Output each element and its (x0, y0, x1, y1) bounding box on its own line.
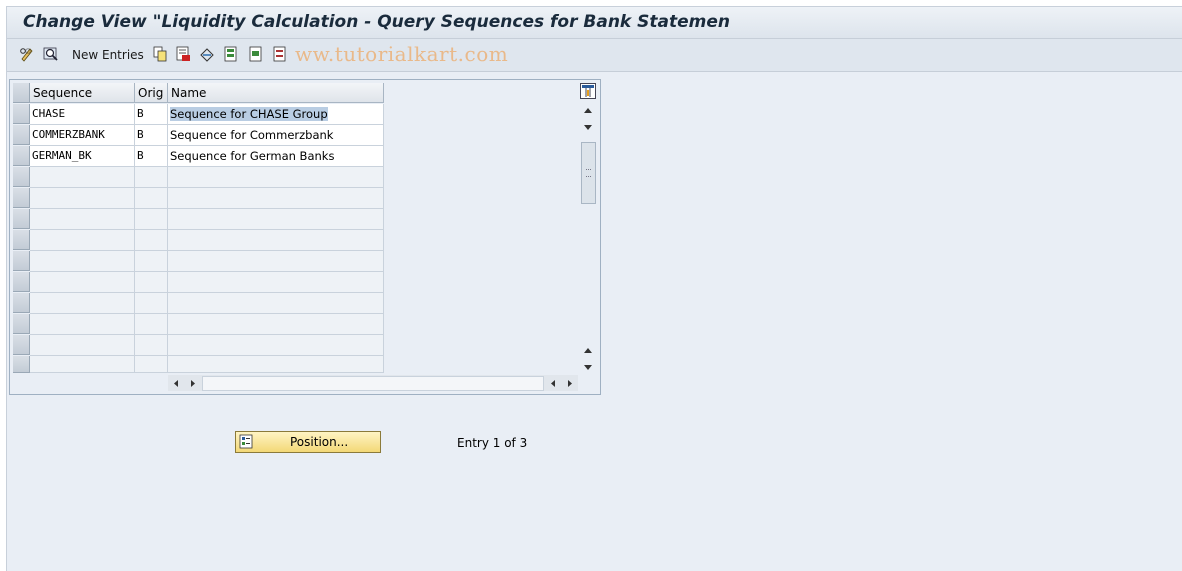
select-all-icon[interactable] (223, 46, 239, 62)
empty-cell[interactable] (30, 293, 135, 314)
row-selector[interactable] (13, 335, 30, 355)
scroll-thumb[interactable] (581, 142, 596, 204)
empty-cell[interactable] (168, 188, 384, 209)
sap-window: Change View "Liquidity Calculation - Que… (6, 6, 1182, 571)
row-selector[interactable] (13, 293, 30, 313)
column-header-sequence[interactable]: Sequence (30, 83, 135, 103)
empty-cell[interactable] (135, 335, 168, 356)
position-button-label: Position... (290, 435, 349, 449)
title-bar: Change View "Liquidity Calculation - Que… (7, 7, 1182, 39)
grip-icon (586, 169, 591, 177)
new-entries-button[interactable]: New Entries (72, 48, 144, 62)
table-cell-orig[interactable]: B (135, 146, 168, 167)
empty-cell[interactable] (135, 314, 168, 335)
empty-cell[interactable] (30, 209, 135, 230)
empty-cell[interactable] (30, 230, 135, 251)
row-selector[interactable] (13, 314, 30, 334)
scroll-track[interactable] (202, 376, 544, 391)
table-cell-orig[interactable]: B (135, 125, 168, 146)
row-selector[interactable] (13, 146, 30, 166)
row-selector[interactable] (13, 104, 30, 124)
empty-cell[interactable] (168, 230, 384, 251)
row-selector[interactable] (13, 272, 30, 292)
find-icon[interactable] (43, 46, 59, 62)
undo-icon[interactable] (199, 46, 215, 62)
scroll-left-icon[interactable] (172, 379, 180, 388)
empty-cell[interactable] (168, 314, 384, 335)
table-cell-orig[interactable]: B (135, 104, 168, 125)
entry-counter: Entry 1 of 3 (457, 436, 528, 450)
empty-cell[interactable] (135, 230, 168, 251)
row-selector[interactable] (13, 251, 30, 271)
empty-cell[interactable] (30, 251, 135, 272)
table-cell-name[interactable]: Sequence for German Banks (168, 146, 384, 167)
scroll-page-down-icon[interactable] (583, 364, 593, 372)
empty-cell[interactable] (135, 167, 168, 188)
empty-cell[interactable] (168, 167, 384, 188)
table-control: Sequence Orig Name CHASE B Sequence for … (9, 79, 601, 395)
empty-cell[interactable] (168, 209, 384, 230)
select-all-rows[interactable] (13, 83, 30, 103)
display-change-icon[interactable] (19, 46, 35, 62)
vertical-scrollbar[interactable] (579, 103, 597, 373)
selected-text: Sequence for CHASE Group (170, 107, 328, 121)
table-cell-sequence[interactable]: CHASE (30, 104, 135, 125)
scroll-right-icon[interactable] (189, 379, 197, 388)
empty-cell[interactable] (30, 356, 135, 373)
empty-cell[interactable] (30, 272, 135, 293)
scroll-down-icon[interactable] (583, 124, 593, 132)
row-selector[interactable] (13, 209, 30, 229)
empty-cell[interactable] (135, 293, 168, 314)
scroll-right-end-icon[interactable] (566, 379, 574, 388)
page-title: Change View "Liquidity Calculation - Que… (23, 12, 730, 32)
empty-cell[interactable] (168, 356, 384, 373)
column-header-orig[interactable]: Orig (135, 83, 168, 103)
position-icon (239, 434, 253, 449)
empty-cell[interactable] (30, 167, 135, 188)
position-button[interactable]: Position... (235, 431, 381, 453)
empty-cell[interactable] (30, 335, 135, 356)
empty-cell[interactable] (168, 293, 384, 314)
empty-cell[interactable] (135, 356, 168, 373)
horizontal-scrollbar[interactable] (168, 375, 578, 391)
watermark-text: ww.tutorialkart.com (295, 42, 509, 66)
select-block-icon[interactable] (248, 46, 264, 62)
scroll-up-icon[interactable] (583, 106, 593, 114)
table-settings-icon[interactable] (580, 83, 596, 99)
table-cell-name[interactable]: Sequence for Commerzbank (168, 125, 384, 146)
delete-icon[interactable] (175, 46, 191, 62)
scroll-left-end-icon[interactable] (549, 379, 557, 388)
column-header-name[interactable]: Name (168, 83, 384, 103)
empty-cell[interactable] (168, 251, 384, 272)
table-cell-sequence[interactable]: COMMERZBANK (30, 125, 135, 146)
empty-cell[interactable] (30, 314, 135, 335)
row-selector[interactable] (13, 125, 30, 145)
table-cell-sequence[interactable]: GERMAN_BK (30, 146, 135, 167)
scroll-page-up-icon[interactable] (583, 346, 593, 354)
empty-cell[interactable] (135, 188, 168, 209)
row-selector[interactable] (13, 188, 30, 208)
application-toolbar: New Entries ww.tutorialkart.com (7, 39, 1182, 72)
copy-icon[interactable] (152, 46, 168, 62)
table-cell-name[interactable]: Sequence for CHASE Group (168, 104, 384, 125)
empty-cell[interactable] (30, 188, 135, 209)
empty-cell[interactable] (168, 335, 384, 356)
deselect-all-icon[interactable] (272, 46, 288, 62)
empty-cell[interactable] (135, 251, 168, 272)
empty-cell[interactable] (168, 272, 384, 293)
empty-cell[interactable] (135, 272, 168, 293)
empty-cell[interactable] (135, 209, 168, 230)
row-selector[interactable] (13, 356, 30, 373)
row-selector[interactable] (13, 167, 30, 187)
row-selector[interactable] (13, 230, 30, 250)
